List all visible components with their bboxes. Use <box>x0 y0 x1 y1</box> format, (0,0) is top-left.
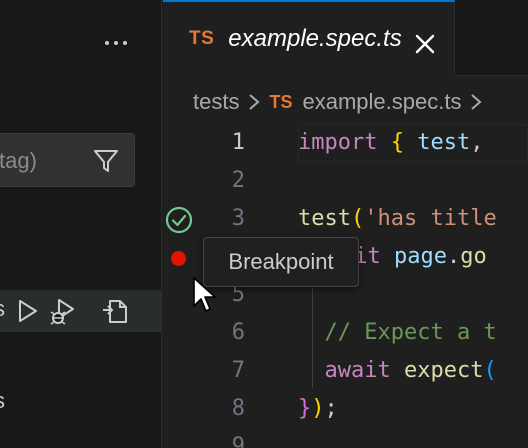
code-token: page <box>393 244 447 269</box>
line-number: 3 <box>231 206 245 231</box>
code-line-7: await expect( <box>298 352 497 390</box>
code-token: test <box>298 206 351 231</box>
typescript-file-icon: TS <box>189 28 215 49</box>
code-token: import <box>298 130 378 155</box>
filter-icon[interactable] <box>91 146 121 176</box>
code-line-8: }); <box>298 390 338 428</box>
code-token: test <box>417 130 471 155</box>
line-number: 8 <box>231 396 245 421</box>
filter-placeholder: tag) <box>0 148 37 173</box>
typescript-file-icon: TS <box>269 91 293 112</box>
test-tree-item[interactable]: s <box>0 290 162 332</box>
code-token: await <box>324 358 391 383</box>
code-line-1: import { test, <box>298 124 483 162</box>
code-line-3: test('has title <box>298 200 497 238</box>
line-number: 1 <box>231 130 245 155</box>
breadcrumb: tests TS example.spec.ts <box>193 84 491 120</box>
test-passed-icon[interactable] <box>164 205 194 235</box>
line-number: 7 <box>231 358 245 383</box>
code-token: ; <box>324 396 338 421</box>
indent-guide <box>312 288 313 388</box>
code-token: expect <box>403 358 484 383</box>
more-actions-icon[interactable] <box>100 30 132 56</box>
code-token: . <box>446 244 461 269</box>
code-token: , <box>470 130 484 155</box>
debug-icon[interactable] <box>48 296 78 326</box>
code-token: // Expect a t <box>324 320 497 345</box>
breadcrumb-folder[interactable]: tests <box>193 89 239 115</box>
breadcrumb-file[interactable]: example.spec.ts <box>302 89 461 115</box>
code-line-6: // Expect a t <box>298 314 497 352</box>
test-item-label: s <box>0 388 5 414</box>
tab-example-spec[interactable]: TS example.spec.ts <box>163 0 455 76</box>
line-number: 9 <box>231 434 245 448</box>
go-to-file-icon[interactable] <box>100 296 130 326</box>
test-filter-input[interactable]: tag) <box>0 133 135 187</box>
code-token: { <box>390 130 404 155</box>
code-token: ( <box>350 206 365 231</box>
code-token: go <box>460 244 487 269</box>
editor-tab-bar: TS example.spec.ts <box>163 0 528 76</box>
chevron-right-icon <box>247 92 261 112</box>
line-number: 2 <box>231 168 245 193</box>
chevron-right-icon <box>469 92 483 112</box>
breakpoint-tooltip: Breakpoint <box>203 237 359 287</box>
tab-title: example.spec.ts <box>228 25 402 52</box>
code-token: ( <box>483 358 497 383</box>
line-number: 6 <box>231 320 245 345</box>
breakpoint-icon[interactable] <box>171 251 186 266</box>
code-token: ) <box>311 396 325 421</box>
test-item-label: s <box>0 296 5 322</box>
mouse-cursor-icon <box>193 277 216 312</box>
testing-sidebar: tag) s s <box>0 0 162 448</box>
run-icon[interactable] <box>12 296 42 326</box>
code-token: 'has title <box>364 206 497 231</box>
code-token: } <box>298 396 312 421</box>
close-icon[interactable] <box>413 32 437 56</box>
